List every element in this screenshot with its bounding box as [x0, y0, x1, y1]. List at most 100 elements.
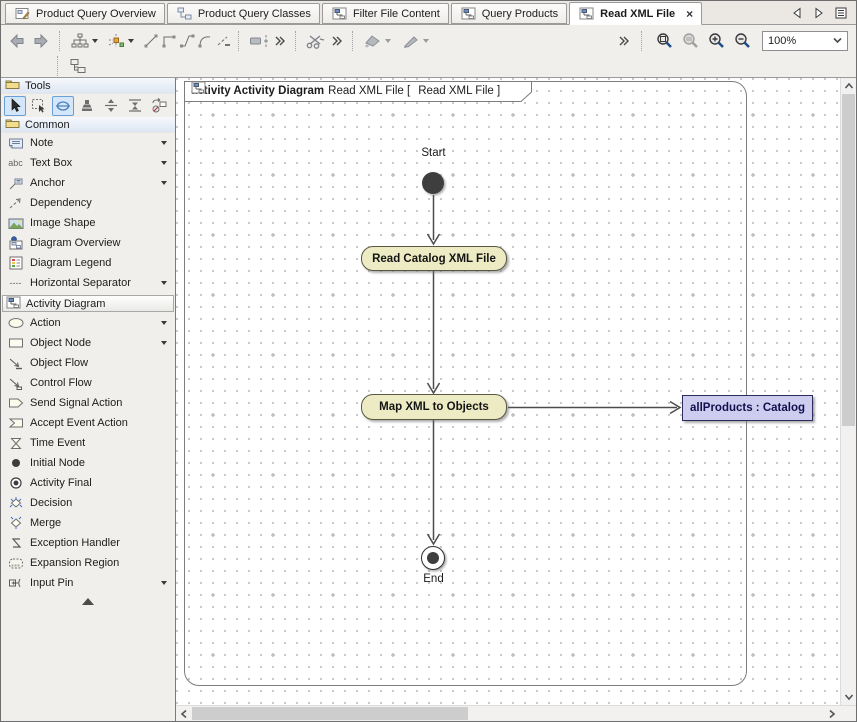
sidebar-item-initial-node[interactable]: Initial Node [1, 453, 175, 473]
distribute-vertical-tool-button[interactable] [100, 96, 122, 116]
stamp-tool-button[interactable] [76, 96, 98, 116]
object-flow-map-to-allproducts[interactable] [508, 402, 680, 414]
sidebar-item-anchor[interactable]: Anchor [1, 173, 175, 193]
tab-query-products[interactable]: Query Products [451, 3, 567, 24]
common-section-header[interactable]: Common [1, 117, 175, 133]
vertical-scroll-thumb[interactable] [842, 94, 855, 426]
activity-diagram-section-header[interactable]: Activity Diagram [2, 295, 174, 312]
overflow-chevrons-icon[interactable] [328, 30, 346, 52]
sidebar-item-merge[interactable]: Merge [1, 513, 175, 533]
sidebar-item-note[interactable]: Note [1, 133, 175, 153]
fill-color-dropdown-icon[interactable] [385, 39, 391, 43]
tab-filter-file-content[interactable]: Filter File Content [322, 3, 449, 24]
tab-close-icon[interactable]: × [686, 9, 693, 19]
sidebar-item-expansion-region[interactable]: Expansion Region [1, 553, 175, 573]
item-dropdown-icon[interactable] [161, 321, 167, 325]
quick-layout-dropdown-icon[interactable] [128, 39, 134, 43]
item-dropdown-icon[interactable] [161, 161, 167, 165]
sidebar-item-diagram-legend[interactable]: Diagram Legend [1, 253, 175, 273]
insert-shape-icon[interactable] [247, 30, 271, 52]
path-straight-icon[interactable] [142, 30, 160, 52]
scroll-tabs-left-icon[interactable] [790, 6, 804, 20]
quick-layout-icon[interactable] [104, 30, 128, 52]
scroll-up-arrow-icon[interactable] [841, 78, 857, 94]
path-rectilinear-icon[interactable] [160, 30, 178, 52]
control-flow-read-to-map[interactable] [428, 271, 440, 393]
sidebar-item-send-signal-action[interactable]: Send Signal Action [1, 393, 175, 413]
palette-scroll-up-button[interactable] [1, 593, 175, 605]
back-icon[interactable] [5, 30, 29, 52]
layout-diagram-icon[interactable] [68, 30, 92, 52]
sidebar-item-time-event[interactable]: Time Event [1, 433, 175, 453]
path-custom-icon[interactable] [214, 30, 232, 52]
sidebar-item-exception-handler[interactable]: Exception Handler [1, 533, 175, 553]
tab-product-query-classes[interactable]: Product Query Classes [167, 3, 320, 24]
activity-final-icon [7, 477, 24, 489]
control-flow-icon [7, 377, 24, 390]
time-event-icon [7, 437, 24, 450]
horizontal-scroll-thumb[interactable] [192, 707, 468, 720]
overflow-chevrons-icon[interactable] [615, 30, 633, 52]
control-flow-start-to-read[interactable] [428, 195, 440, 244]
sidebar-item-accept-event-action[interactable]: Accept Event Action [1, 413, 175, 433]
sidebar-item-text-box[interactable]: abc Text Box [1, 153, 175, 173]
canvas-horizontal-scrollbar[interactable] [176, 705, 856, 721]
sidebar-item-dependency[interactable]: Dependency [1, 193, 175, 213]
cut-icon[interactable] [304, 30, 328, 52]
initial-node[interactable] [422, 172, 444, 194]
diagram-canvas[interactable]: activity Activity Diagram Read XML File … [176, 78, 840, 705]
path-oblique-icon[interactable] [178, 30, 196, 52]
canvas-vertical-scrollbar[interactable] [840, 78, 856, 705]
item-dropdown-icon[interactable] [161, 141, 167, 145]
sidebar-item-action[interactable]: Action [1, 313, 175, 333]
forward-icon[interactable] [29, 30, 53, 52]
vertical-scroll-track[interactable] [841, 94, 856, 689]
zoom-level-select[interactable]: 100% [762, 31, 848, 51]
overflow-chevrons-icon[interactable] [271, 30, 289, 52]
layout-dropdown-icon[interactable] [92, 39, 98, 43]
zoom-in-icon[interactable] [704, 30, 728, 52]
control-flow-map-to-end[interactable] [428, 420, 440, 544]
action-map-xml-to-objects[interactable]: Map XML to Objects [361, 394, 507, 420]
action-read-catalog-xml-file[interactable]: Read Catalog XML File [361, 246, 507, 271]
scroll-down-arrow-icon[interactable] [841, 689, 857, 705]
horizontal-scroll-track[interactable] [192, 706, 824, 721]
tab-product-query-overview[interactable]: Product Query Overview [5, 3, 165, 24]
item-dropdown-icon[interactable] [161, 341, 167, 345]
scroll-tabs-right-icon[interactable] [812, 6, 826, 20]
item-dropdown-icon[interactable] [161, 181, 167, 185]
path-curved-icon[interactable] [196, 30, 214, 52]
tab-list-icon[interactable] [834, 6, 848, 20]
sidebar-item-input-pin[interactable]: Input Pin [1, 573, 175, 593]
marquee-select-tool-button[interactable] [28, 96, 50, 116]
sidebar-item-activity-final[interactable]: Activity Final [1, 473, 175, 493]
line-color-dropdown-icon[interactable] [423, 39, 429, 43]
fill-color-icon[interactable] [361, 30, 385, 52]
sidebar-item-object-node[interactable]: Object Node [1, 333, 175, 353]
compress-vertical-tool-button[interactable] [124, 96, 146, 116]
sidebar-item-object-flow[interactable]: Object Flow [1, 353, 175, 373]
object-node-allproducts-catalog[interactable]: allProducts : Catalog [682, 395, 813, 421]
zoom-out-icon[interactable] [730, 30, 754, 52]
sticky-link-tool-button[interactable] [52, 96, 74, 116]
sidebar-item-image-shape[interactable]: Image Shape [1, 213, 175, 233]
select-tool-button[interactable] [4, 96, 26, 116]
sidebar-item-diagram-overview[interactable]: Diagram Overview [1, 233, 175, 253]
sidebar-item-control-flow[interactable]: Control Flow [1, 373, 175, 393]
zoom-selection-icon[interactable] [678, 30, 702, 52]
object-node-icon [7, 337, 24, 349]
sidebar-item-horizontal-separator[interactable]: ---- Horizontal Separator [1, 273, 175, 293]
swap-refresh-tool-button[interactable] [148, 96, 170, 116]
item-dropdown-icon[interactable] [161, 281, 167, 285]
tools-section-header[interactable]: Tools [1, 78, 175, 94]
scroll-left-arrow-icon[interactable] [176, 706, 192, 722]
tab-read-xml-file[interactable]: Read XML File × [569, 2, 702, 25]
containment-icon[interactable] [66, 55, 90, 77]
tab-label: Product Query Overview [36, 8, 156, 20]
sidebar-item-decision[interactable]: Decision [1, 493, 175, 513]
zoom-fit-icon[interactable] [652, 30, 676, 52]
line-color-icon[interactable] [399, 30, 423, 52]
item-dropdown-icon[interactable] [161, 581, 167, 585]
activity-final-node[interactable] [421, 546, 445, 570]
scroll-right-arrow-icon[interactable] [824, 706, 840, 722]
